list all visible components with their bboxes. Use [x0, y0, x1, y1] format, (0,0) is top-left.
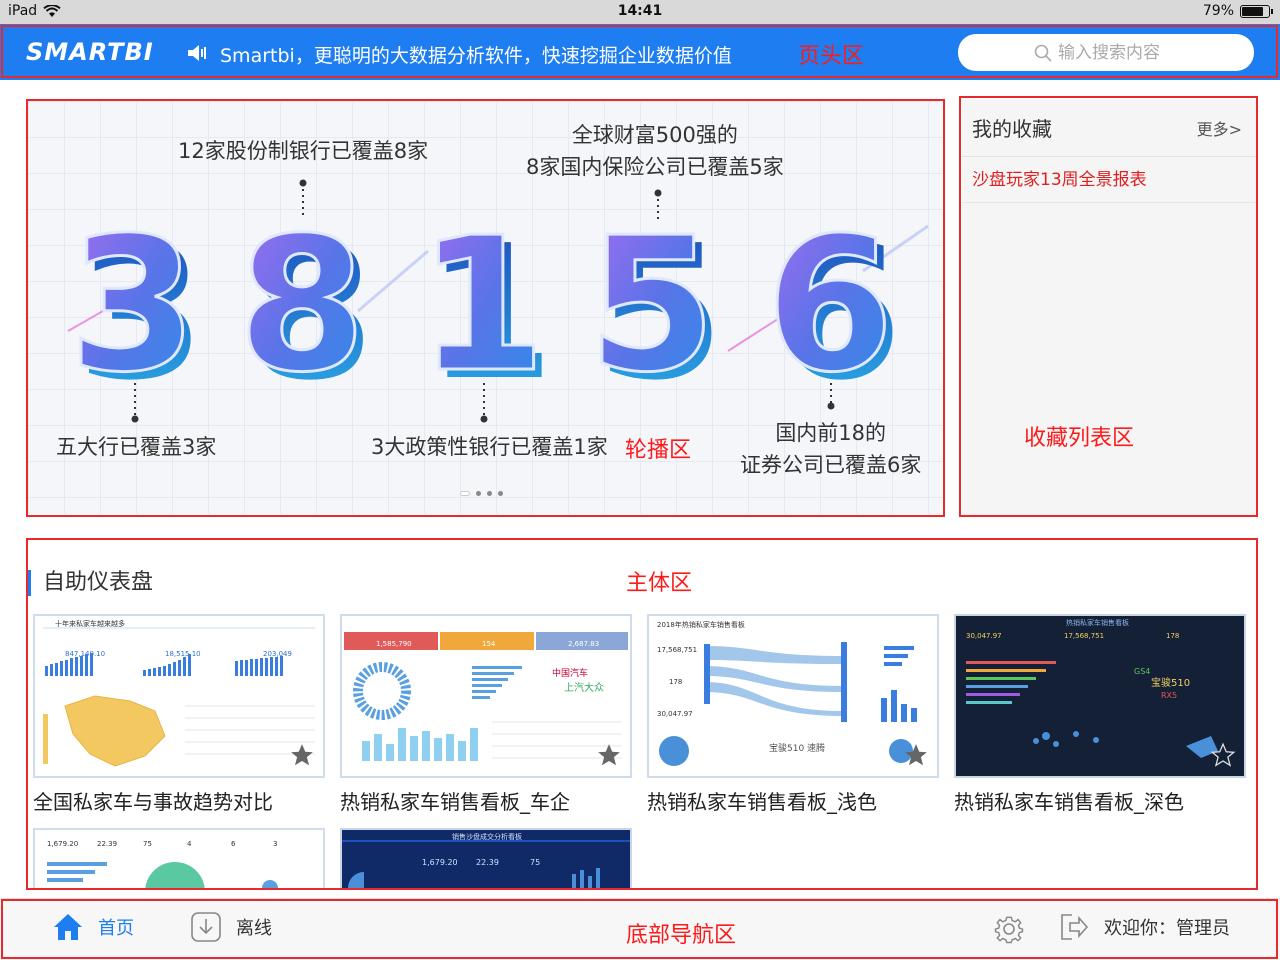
svg-text:RX5: RX5: [1161, 691, 1177, 700]
carousel-caption: 12家股份制银行已覆盖8家: [178, 139, 429, 163]
carousel-digit: 1 1: [416, 196, 554, 422]
search-input[interactable]: [1058, 42, 1178, 63]
carousel-digit: 3 3: [67, 196, 205, 422]
dashboard-thumbnail[interactable]: 2018年热销私家车销售看板 17,568,751 178 30,047.97 …: [647, 614, 939, 778]
carousel-caption-line: 8家国内保险公司已覆盖5家: [526, 155, 784, 179]
carousel-caption: 全球财富500强的 8家国内保险公司已覆盖5家: [526, 119, 784, 183]
thumbnail-graphic: [43, 627, 315, 767]
download-icon: [191, 912, 221, 942]
thumbnail-graphic: [47, 862, 278, 888]
favorites-more-link[interactable]: 更多>: [1197, 116, 1242, 140]
dashboard-thumbnail[interactable]: 热销私家车销售看板 30,047.97 17,568,751 178 宝骏510…: [954, 614, 1246, 778]
settings-gear-icon[interactable]: [992, 912, 1026, 946]
thumbnail-graphic: 宝骏510 GS4 RX5: [966, 661, 1218, 758]
carousel-dot[interactable]: [476, 491, 481, 496]
carousel-caption: 国内前18的 证券公司已覆盖6家: [740, 417, 921, 481]
svg-text:宝骏510: 宝骏510: [1151, 676, 1190, 689]
carousel[interactable]: 3 3 8 8 1 1 5 5 6 6 12家股份制银行已覆盖8家 全球财富50…: [28, 101, 942, 514]
carousel-region-label: 轮播区: [625, 438, 692, 463]
dashboard-card[interactable]: 热销私家车销售看板 30,047.97 17,568,751 178 宝骏510…: [954, 614, 1246, 815]
nav-user[interactable]: 欢迎你：管理员: [1058, 911, 1230, 943]
carousel-digit: 8 8: [236, 196, 374, 422]
svg-text:上汽大众: 上汽大众: [564, 681, 604, 694]
thumbnail-kpi: 1,585,790: [376, 640, 412, 648]
home-icon: [54, 914, 82, 940]
favorite-star-icon[interactable]: [903, 742, 929, 768]
svg-text:6: 6: [766, 197, 895, 413]
favorite-star-icon[interactable]: [289, 742, 315, 768]
dashboard-card[interactable]: 中国汽车 上汽大众 1,585,790 154 2,687.83 热销私家车销售…: [340, 614, 632, 815]
announcement-text: Smartbi，更聪明的大数据分析软件，快速挖掘企业数据价值: [220, 45, 732, 67]
nav-home-label: 首页: [98, 918, 134, 939]
svg-text:GS4: GS4: [1134, 667, 1150, 676]
favorites-region-label: 收藏列表区: [1024, 426, 1135, 451]
clock: 14:41: [617, 3, 663, 19]
favorite-star-icon[interactable]: [1210, 742, 1236, 768]
carousel-caption: 五大行已覆盖3家: [56, 435, 217, 459]
svg-text:8: 8: [238, 197, 367, 413]
svg-text:中国汽车: 中国汽车: [552, 667, 588, 679]
logout-icon: [1061, 914, 1089, 940]
favorites-title: 我的收藏: [972, 117, 1052, 141]
header-region-label: 页头区: [798, 44, 865, 69]
dashboard-thumbnail[interactable]: 十年来私家车越来越多 847,140.10 18,515.10 203,049: [33, 614, 325, 778]
favorites-header: 我的收藏 更多>: [962, 99, 1256, 157]
favorite-star-icon[interactable]: [596, 742, 622, 768]
carousel-caption: 3大政策性银行已覆盖1家: [371, 435, 608, 459]
svg-text:宝骏510 速腾: 宝骏510 速腾: [769, 742, 825, 754]
favorites-panel: 我的收藏 更多> 沙盘玩家13周全景报表: [962, 99, 1256, 515]
dashboard-card[interactable]: 十年来私家车越来越多 847,140.10 18,515.10 203,049 …: [33, 614, 325, 815]
carousel-dot[interactable]: [487, 491, 492, 496]
dashboard-card-title[interactable]: 全国私家车与事故趋势对比: [33, 786, 325, 815]
welcome-user-label: 欢迎你：管理员: [1104, 918, 1230, 939]
bottomnav-region-label: 底部导航区: [626, 923, 737, 948]
dashboard-card-title[interactable]: 热销私家车销售看板_车企: [340, 786, 632, 815]
thumbnail-kpi: 154: [482, 640, 496, 648]
nav-home[interactable]: 首页: [52, 911, 134, 943]
main-region-label: 主体区: [626, 571, 693, 596]
nav-offline-label: 离线: [236, 918, 272, 939]
carousel-caption-line: 全球财富500强的: [571, 123, 738, 147]
dashboard-card[interactable]: 2018年热销私家车销售看板 17,568,751 178 30,047.97 …: [647, 614, 939, 815]
dashboard-card-title[interactable]: 热销私家车销售看板_浅色: [647, 786, 939, 815]
dashboard-thumbnail[interactable]: 中国汽车 上汽大众 1,585,790 154 2,687.83: [340, 614, 632, 778]
thumbnail-graphic: [342, 840, 630, 888]
battery-icon: [1240, 4, 1273, 18]
carousel-caption-line: 国内前18的: [775, 421, 887, 445]
svg-text:1: 1: [418, 197, 547, 413]
dashboard-thumbnail[interactable]: 1,679.20 22.39 75 4 6 3: [33, 828, 325, 888]
nav-offline[interactable]: 离线: [190, 911, 272, 943]
search-icon: [1034, 44, 1052, 62]
dashboard-thumbnail[interactable]: 销售沙盘成交分析看板 1,679.20 22.39 75: [340, 828, 632, 888]
header: SMARTBI Smartbi，更聪明的大数据分析软件，快速挖掘企业数据价值: [0, 24, 1280, 80]
dashboard-card[interactable]: 销售沙盘成交分析看板 1,679.20 22.39 75: [340, 828, 632, 888]
section-title: 自助仪表盘: [28, 570, 153, 596]
dashboard-card[interactable]: 1,679.20 22.39 75 4 6 3: [33, 828, 325, 888]
favorite-item[interactable]: 沙盘玩家13周全景报表: [962, 157, 1256, 203]
carousel-pagination[interactable]: [460, 491, 503, 496]
thumbnail-graphic: 宝骏510 速腾: [659, 642, 917, 766]
carousel-digit: 5 5: [586, 196, 724, 422]
speaker-icon: [188, 45, 206, 61]
battery-percent: 79%: [1202, 3, 1234, 19]
carousel-dot[interactable]: [460, 491, 470, 496]
search-box[interactable]: [958, 34, 1254, 71]
dashboard-card-title[interactable]: 热销私家车销售看板_深色: [954, 786, 1246, 815]
svg-text:3: 3: [69, 197, 198, 413]
status-bar: iPad 14:41 79%: [0, 0, 1280, 24]
carousel-digit: 6 6: [764, 196, 902, 422]
smartbi-logo[interactable]: SMARTBI: [26, 38, 154, 66]
svg-text:5: 5: [588, 197, 717, 413]
thumbnail-kpi: 2,687.83: [568, 640, 600, 648]
carousel-dot[interactable]: [498, 491, 503, 496]
carousel-caption-line: 证券公司已覆盖6家: [740, 453, 922, 477]
